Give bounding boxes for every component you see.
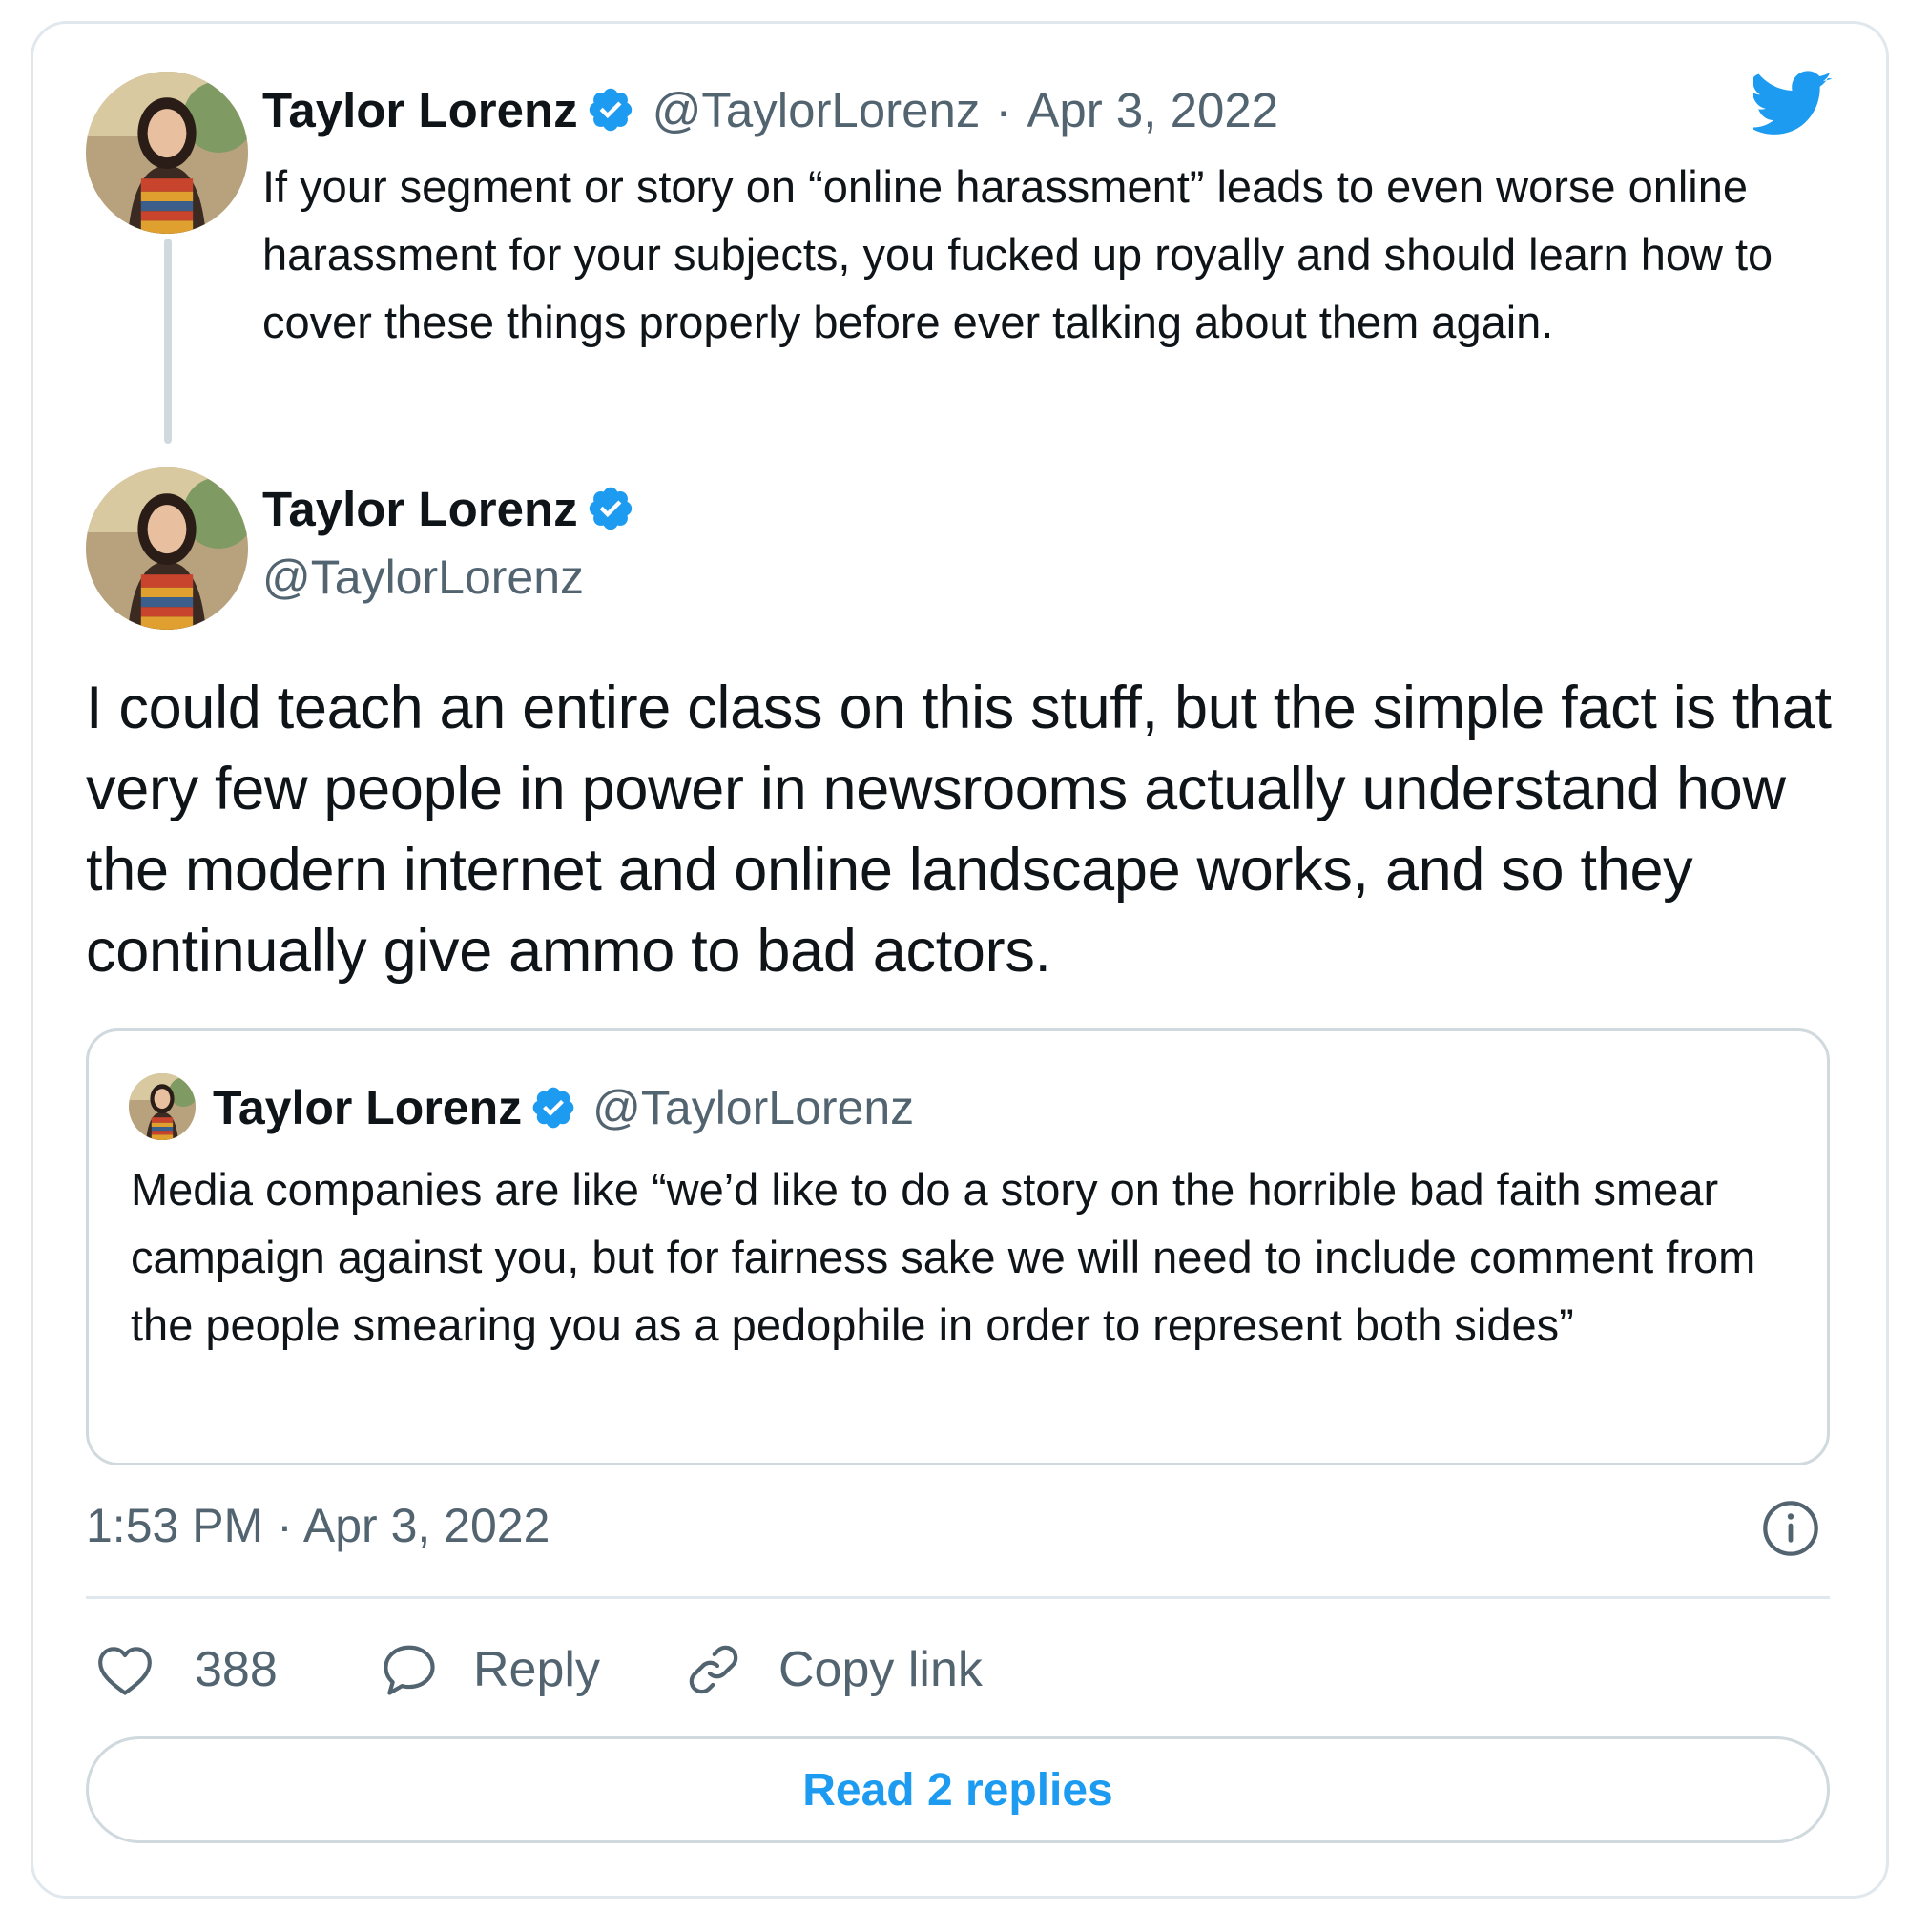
verified-badge-icon [589, 88, 632, 132]
like-count: 388 [195, 1642, 278, 1697]
twitter-bird-icon[interactable] [1753, 69, 1834, 139]
avatar[interactable] [86, 467, 248, 630]
like-button[interactable]: 388 [95, 1636, 278, 1703]
separator: · [995, 82, 1012, 137]
verified-badge-icon [532, 1087, 574, 1129]
author-name[interactable]: Taylor Lorenz [262, 82, 578, 138]
parent-tweet-header: Taylor Lorenz @TaylorLorenz · Apr 3, 202… [262, 81, 1278, 138]
info-icon[interactable] [1760, 1498, 1821, 1559]
parent-tweet-text: If your segment or story on “online hara… [262, 161, 1773, 347]
copy-link-button[interactable]: Copy link [683, 1636, 983, 1703]
author-handle[interactable]: @TaylorLorenz [653, 82, 981, 138]
reply-bubble-icon [384, 1645, 435, 1695]
heart-icon [98, 1647, 152, 1695]
read-replies-button[interactable]: Read 2 replies [86, 1736, 1830, 1843]
main-tweet-author: Taylor Lorenz [262, 480, 635, 537]
author-name[interactable]: Taylor Lorenz [262, 481, 578, 537]
quoted-tweet[interactable]: Taylor Lorenz @TaylorLorenz Media compan… [86, 1028, 1830, 1465]
author-name: Taylor Lorenz [213, 1081, 523, 1134]
reply-button[interactable]: Reply [380, 1636, 600, 1703]
main-tweet-text: I could teach an entire class on this st… [86, 675, 1832, 985]
avatar[interactable] [86, 72, 248, 234]
copy-link-label: Copy link [778, 1642, 983, 1697]
link-icon [689, 1645, 738, 1694]
verified-badge-icon [589, 487, 632, 530]
main-tweet-handle-row: @TaylorLorenz [262, 549, 584, 606]
tweet-date[interactable]: Apr 3, 2022 [1027, 82, 1278, 138]
thread-connector-line [164, 239, 172, 444]
tweet-timestamp[interactable]: 1:53 PM · Apr 3, 2022 [86, 1498, 550, 1553]
reply-label: Reply [473, 1642, 600, 1697]
avatar [129, 1073, 196, 1140]
quoted-tweet-header: Taylor Lorenz @TaylorLorenz [213, 1079, 914, 1136]
divider [86, 1596, 1830, 1599]
author-handle[interactable]: @TaylorLorenz [262, 550, 584, 605]
author-handle: @TaylorLorenz [592, 1081, 915, 1134]
quoted-tweet-text: Media companies are like “we’d like to d… [131, 1164, 1756, 1350]
